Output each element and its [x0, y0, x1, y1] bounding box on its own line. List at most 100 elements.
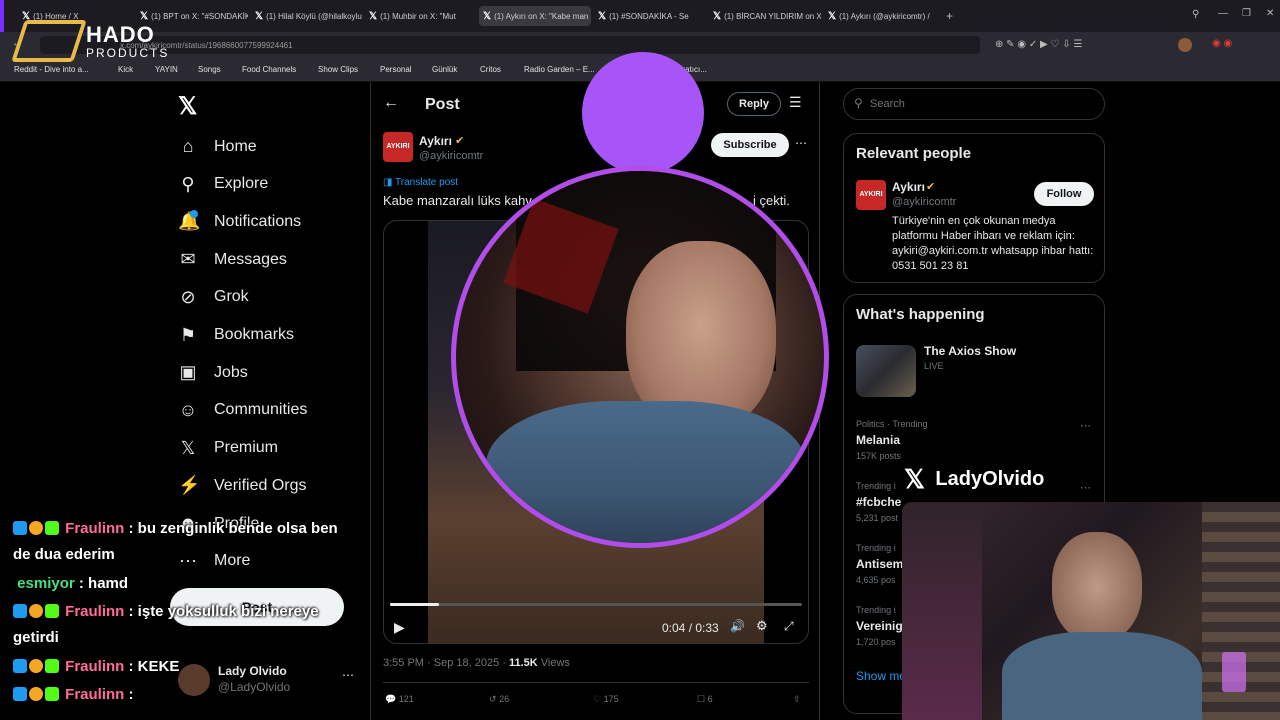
extension-red-icon[interactable]: ◉ ◉ [1212, 38, 1232, 49]
bookmark-item[interactable]: Critos [480, 65, 501, 74]
fullscreen-icon[interactable]: ⤢ [784, 619, 794, 634]
trend-more-icon[interactable]: ⋯ [1080, 481, 1091, 494]
rp-avatar[interactable]: AYKIRI [856, 180, 886, 210]
chat-text: : [128, 686, 134, 703]
settings-sliders-icon[interactable]: ☰ [789, 94, 802, 111]
relevant-people-card: Relevant people AYKIRI Aykırı ✔ @aykiric… [843, 133, 1105, 283]
trend-count: 1,720 pos [856, 637, 896, 647]
chat-badge-icon [29, 687, 43, 701]
maximize-icon[interactable]: ❐ [1242, 8, 1251, 19]
trend-count: 5,231 post [856, 513, 899, 523]
nav-item-home[interactable]: ⌂ Home [178, 136, 257, 157]
logo-subtitle: PRODUCTS [86, 46, 170, 60]
nav-label: Home [214, 137, 257, 155]
premium-icon: 𝕏 [180, 437, 196, 458]
post-text-start: Kabe manzaralı lüks kahv [383, 193, 532, 208]
post-action[interactable]: ☐ 6 [697, 694, 713, 705]
video-progress-track[interactable] [390, 603, 802, 606]
minimize-icon[interactable]: — [1218, 8, 1228, 19]
trend-context: Trending i [856, 543, 896, 553]
browser-tab[interactable]: 𝕏 (1) #SONDAKİKA - Se [594, 6, 706, 26]
chat-badge-icon [45, 604, 59, 618]
post-action[interactable]: ♡ 175 [593, 694, 619, 705]
post-action[interactable]: 💬 121 [385, 694, 414, 705]
search-tabs-icon[interactable]: ⚲ [1192, 9, 1199, 20]
nav-item-jobs[interactable]: ▣ Jobs [178, 362, 247, 383]
trend-item[interactable]: Politics · Trending Melania 157K posts ⋯ [856, 419, 1094, 469]
browser-tab[interactable]: 𝕏 (1) Muhbir on X: "Mut [365, 6, 477, 26]
share-icon[interactable]: ⇧ [793, 694, 801, 705]
rp-name[interactable]: Aykırı [892, 180, 925, 194]
chat-badge-icon [45, 521, 59, 535]
browser-tab[interactable]: 𝕏 (1) Aykırı on X: "Kabe man [479, 6, 591, 26]
purple-circle-decoration [582, 52, 704, 174]
browser-tab[interactable]: 𝕏 (1) BİRCAN YILDIRIM on X [709, 6, 821, 26]
play-icon[interactable]: ▶ [394, 619, 405, 636]
chat-username: Fraulinn [65, 603, 125, 620]
author-avatar[interactable]: AYKIRI [383, 132, 413, 162]
post-more-icon[interactable]: ⋯ [795, 136, 807, 150]
translate-link[interactable]: ◨ Translate post [383, 177, 458, 188]
bookmark-item[interactable]: Radio Garden – E... [524, 65, 595, 74]
profile-avatar[interactable] [1178, 38, 1192, 52]
action-count: 26 [499, 694, 510, 704]
extensions-icon[interactable]: ⊕ ✎ ◉ ✓ ▶ ♡ ⇩ ☰ [995, 39, 1082, 50]
search-box[interactable]: ⚲ Search [843, 88, 1105, 120]
show-thumbnail[interactable] [856, 345, 916, 397]
jobs-icon: ▣ [179, 362, 197, 383]
tab-label: (1) BİRCAN YILDIRIM on X [724, 11, 821, 21]
back-arrow-icon[interactable]: ← [383, 94, 399, 112]
x-logo-icon[interactable]: 𝕏 [178, 92, 197, 121]
action-count: 6 [707, 694, 713, 704]
author-name[interactable]: Aykırı [419, 134, 452, 148]
volume-icon[interactable]: 🔊 [730, 619, 745, 633]
notification-badge [190, 210, 198, 218]
chat-badge-icon [29, 521, 43, 535]
subscribe-button[interactable]: Subscribe [711, 133, 789, 157]
new-tab-button[interactable]: + [946, 9, 953, 23]
nav-item-communities[interactable]: ☺ Communities [178, 399, 308, 421]
browser-tab[interactable]: 𝕏 (1) Hilal Köylü (@hilalkoylu [251, 6, 363, 26]
bookmark-item[interactable]: Show Clips [318, 65, 358, 74]
nav-item-bookmarks[interactable]: ⚑ Bookmarks [178, 325, 294, 346]
browser-tab[interactable]: 𝕏 (1) Aykırı (@aykiricomtr) / [824, 6, 936, 26]
happening-title: What's happening [856, 306, 985, 323]
nav-item-verified-orgs[interactable]: ⚡ Verified Orgs [178, 475, 306, 496]
post-action[interactable]: ↺ 26 [489, 694, 509, 705]
timestamp-text: 3:55 PM · Sep 18, 2025 · [383, 657, 509, 669]
nav-label: Grok [214, 288, 249, 306]
nav-item-explore[interactable]: ⚲ Explore [178, 174, 268, 195]
search-placeholder: Search [870, 98, 905, 110]
reply-button[interactable]: Reply [727, 92, 781, 116]
bookmark-item[interactable]: Günlük [432, 65, 457, 74]
trend-count: 157K posts [856, 451, 902, 461]
browser-tab-bar: 𝕏 (1) Home / X 𝕏 (1) BPT on X: "#SONDAKİK 𝕏(… [0, 0, 1280, 32]
close-window-icon[interactable]: ✕ [1266, 8, 1274, 19]
bookmark-item[interactable]: Food Channels [242, 65, 296, 74]
chat-text-cont: getirdi [13, 629, 59, 646]
relevant-title: Relevant people [856, 145, 972, 162]
nav-item-premium[interactable]: 𝕏 Premium [178, 438, 278, 459]
show-more-link[interactable]: Show mo [856, 669, 906, 683]
rp-handle[interactable]: @aykiricomtr [892, 196, 956, 208]
bookmark-item[interactable]: Songs [198, 65, 221, 74]
trend-name: Vereinig [856, 619, 903, 633]
follow-button[interactable]: Follow [1034, 182, 1094, 206]
video-settings-icon[interactable]: ⚙ [756, 618, 768, 634]
search-icon: ⚲ [854, 96, 863, 110]
bookmark-item[interactable]: Personal [380, 65, 412, 74]
communities-icon: ☺ [178, 399, 198, 420]
author-handle[interactable]: @aykiricomtr [419, 150, 483, 162]
views-label: Views [537, 657, 570, 669]
nav-item-messages[interactable]: ✉ Messages [178, 249, 286, 270]
chat-username: Fraulinn [65, 686, 125, 703]
chat-badge-icon [13, 521, 27, 535]
tab-x-icon: 𝕏 [713, 10, 722, 22]
trend-more-icon[interactable]: ⋯ [1080, 419, 1091, 432]
chat-text: : KEKE [128, 658, 180, 675]
chat-username: Fraulinn [65, 658, 125, 675]
show-status: LIVE [924, 361, 944, 371]
nav-item-grok[interactable]: ⊘ Grok [178, 287, 249, 308]
show-title[interactable]: The Axios Show [924, 344, 1016, 358]
like-icon: ♡ [593, 694, 602, 704]
